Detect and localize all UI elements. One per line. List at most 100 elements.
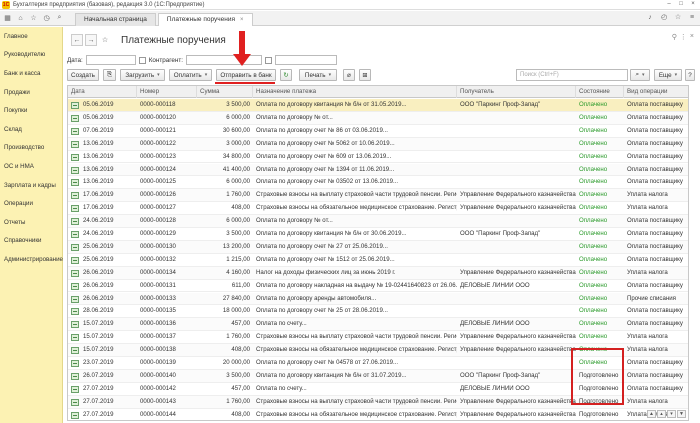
structure-icon[interactable]: ⊞ — [359, 69, 371, 81]
help-button[interactable]: ? — [685, 69, 695, 81]
favorite-star-icon[interactable]: ☆ — [99, 34, 111, 46]
sidebar-item-reports[interactable]: Отчеты — [0, 213, 62, 232]
home-icon[interactable]: ⌂ — [15, 13, 26, 24]
column-header-state[interactable]: Состояние — [576, 86, 624, 98]
cell-number: 0000-000139 — [140, 359, 176, 366]
table-row[interactable]: 17.06.2019 0000-000127 408,00 Страховые взн… — [68, 202, 688, 216]
table-row[interactable]: 15.07.2019 0000-000137 1 760,00 Страховые в… — [68, 331, 688, 345]
bell-icon[interactable]: ♪ — [644, 12, 656, 24]
cell-state: Оплачено — [579, 139, 608, 147]
cell-state: Оплачено — [579, 320, 608, 328]
toolbar-right-icons: ♪ ◴ ☆ ≡ — [644, 12, 698, 24]
menu-icon[interactable]: ≡ — [686, 12, 698, 24]
sidebar-item-sales[interactable]: Продажи — [0, 83, 62, 102]
account-filter-field[interactable] — [275, 55, 338, 65]
cell-purpose: Оплата по счету... — [256, 320, 307, 328]
create-button[interactable]: Создать — [67, 69, 99, 81]
sidebar-item-bank-cash[interactable]: Банк и касса — [0, 64, 62, 83]
cell-sum: 6 000,00 — [226, 217, 250, 225]
history-icon[interactable]: ◷ — [41, 13, 52, 24]
table-row[interactable]: 13.06.2019 0000-000125 6 000,00 Оплата по д… — [68, 176, 688, 190]
scroll-bottom-icon[interactable]: ▼ — [677, 410, 686, 418]
more-label: Еще — [658, 71, 672, 79]
refresh-icon[interactable]: ↻ — [280, 69, 292, 81]
more-button[interactable]: Еще ▾ — [654, 69, 682, 81]
tab-close-icon[interactable]: × — [240, 17, 244, 23]
link-icon[interactable]: ⚲ — [672, 33, 677, 41]
sidebar-item-fixed-assets[interactable]: ОС и НМА — [0, 157, 62, 176]
table-row[interactable]: 25.06.2019 0000-000130 13 200,00 Оплата по … — [68, 240, 688, 254]
clock-icon[interactable]: ◴ — [658, 12, 670, 24]
table-row[interactable]: 05.06.2019 0000-000118 3 500,00 Оплата по д… — [68, 99, 688, 112]
forward-button[interactable]: → — [85, 34, 97, 46]
date-filter-field[interactable] — [85, 55, 136, 65]
scroll-up-icon[interactable]: ▴ — [657, 410, 666, 418]
load-button[interactable]: Загрузить ▾ — [120, 69, 165, 81]
table-row[interactable]: 26.06.2019 0000-000133 27 840,00 Оплата по … — [68, 292, 688, 306]
cell-purpose: Оплата по договору накладная на выдачу №… — [256, 281, 457, 289]
scroll-top-icon[interactable]: ▲ — [647, 410, 656, 418]
table-row[interactable]: 07.06.2019 0000-000121 30 600,00 Оплата по … — [68, 125, 688, 138]
column-header-sum[interactable]: Сумма — [197, 86, 253, 98]
sidebar-item-main[interactable]: Главное — [0, 27, 62, 46]
sidebar-item-manager[interactable]: Руководителю — [0, 46, 62, 65]
sidebar-item-purchases[interactable]: Покупки — [0, 101, 62, 120]
sidebar-item-warehouse[interactable]: Склад — [0, 120, 62, 139]
cell-sum: 1 760,00 — [226, 191, 250, 199]
cell-number: 0000-000126 — [140, 191, 176, 199]
print-button[interactable]: Печать ▾ — [299, 69, 337, 81]
table-row[interactable]: 26.06.2019 0000-000134 4 160,00 Налог на до… — [68, 266, 688, 280]
more-dots-icon[interactable]: ⋮ — [680, 33, 687, 41]
table-row[interactable]: 17.06.2019 0000-000126 1 760,00 Страховые в… — [68, 189, 688, 203]
table-row[interactable]: 13.06.2019 0000-000123 34 800,00 Оплата по … — [68, 151, 688, 164]
cell-sum: 27 840,00 — [222, 294, 250, 302]
table-row[interactable]: 13.06.2019 0000-000122 3 000,00 Оплата по д… — [68, 137, 688, 151]
sidebar-item-salary[interactable]: Зарплата и кадры — [0, 176, 62, 195]
maximize-icon[interactable]: □ — [676, 0, 686, 9]
apps-grid-icon[interactable]: ▦ — [2, 13, 13, 24]
sidebar-item-operations[interactable]: Операции — [0, 194, 62, 213]
table-row[interactable]: 13.06.2019 0000-000124 41 400,00 Оплата по … — [68, 163, 688, 177]
table-row[interactable]: 27.07.2019 0000-000144 408,00 Страховые взн… — [68, 409, 688, 420]
column-header-recipient[interactable]: Получатель — [457, 86, 576, 98]
sidebar-item-directories[interactable]: Справочники — [0, 232, 62, 251]
minimize-icon[interactable]: – — [664, 0, 674, 9]
send-to-bank-button[interactable]: Отправить в банк — [216, 69, 276, 81]
document-posted-icon — [71, 256, 79, 264]
column-header-purpose[interactable]: Назначение платежа — [253, 86, 457, 98]
table-row[interactable]: 24.06.2019 0000-000129 3 500,00 Оплата по д… — [68, 228, 688, 241]
cell-state: Оплачено — [579, 307, 608, 315]
pay-label: Оплатить — [173, 71, 202, 79]
table-row[interactable]: 28.06.2019 0000-000135 18 000,00 Оплата по … — [68, 305, 688, 319]
table-row[interactable]: 24.06.2019 0000-000128 6 000,00 Оплата по д… — [68, 215, 688, 228]
search-icon[interactable]: ⌕ — [54, 13, 65, 24]
table-row[interactable]: 26.06.2019 0000-000131 611,00 Оплата по дог… — [68, 280, 688, 293]
tab-home-page[interactable]: Начальная страница — [75, 12, 156, 26]
search-options-button[interactable]: ⌕ ▾ — [630, 69, 650, 81]
sidebar-item-production[interactable]: Производство — [0, 139, 62, 158]
table-row[interactable]: 15.07.2019 0000-000136 457,00 Оплата по сче… — [68, 318, 688, 332]
annotation-status-box — [571, 348, 624, 405]
copy-icon[interactable]: ⎘ — [103, 69, 116, 81]
scroll-down-icon[interactable]: ▾ — [667, 410, 676, 418]
cell-operation: Прочие списания — [627, 294, 676, 302]
close-window-icon[interactable]: × — [688, 0, 698, 9]
table-row[interactable]: 05.06.2019 0000-000120 6 000,00 Оплата по д… — [68, 111, 688, 125]
sidebar-item-administration[interactable]: Администрирование — [0, 250, 63, 269]
table-row[interactable]: 25.06.2019 0000-000132 1 215,00 Оплата по д… — [68, 254, 688, 267]
star-icon[interactable]: ☆ — [672, 12, 684, 24]
tab-payment-orders[interactable]: Платежные поручения × — [157, 12, 253, 26]
back-button[interactable]: ← — [71, 34, 83, 46]
star-icon[interactable]: ☆ — [28, 13, 39, 24]
column-header-date[interactable]: Дата — [68, 86, 137, 98]
search-input[interactable]: Поиск (Ctrl+F) — [516, 69, 628, 81]
pay-button[interactable]: Оплатить ▾ — [169, 69, 212, 81]
close-form-icon[interactable]: × — [690, 33, 694, 41]
counterparty-filter-checkbox[interactable] — [138, 56, 146, 64]
cell-date: 17.06.2019 — [83, 204, 114, 212]
attachment-icon[interactable]: ⌀ — [343, 69, 355, 81]
account-filter-checkbox[interactable] — [265, 56, 273, 64]
column-header-number[interactable]: Номер — [137, 86, 197, 98]
column-header-operation[interactable]: Вид операции — [624, 86, 688, 98]
cell-sum: 3 500,00 — [226, 371, 250, 379]
